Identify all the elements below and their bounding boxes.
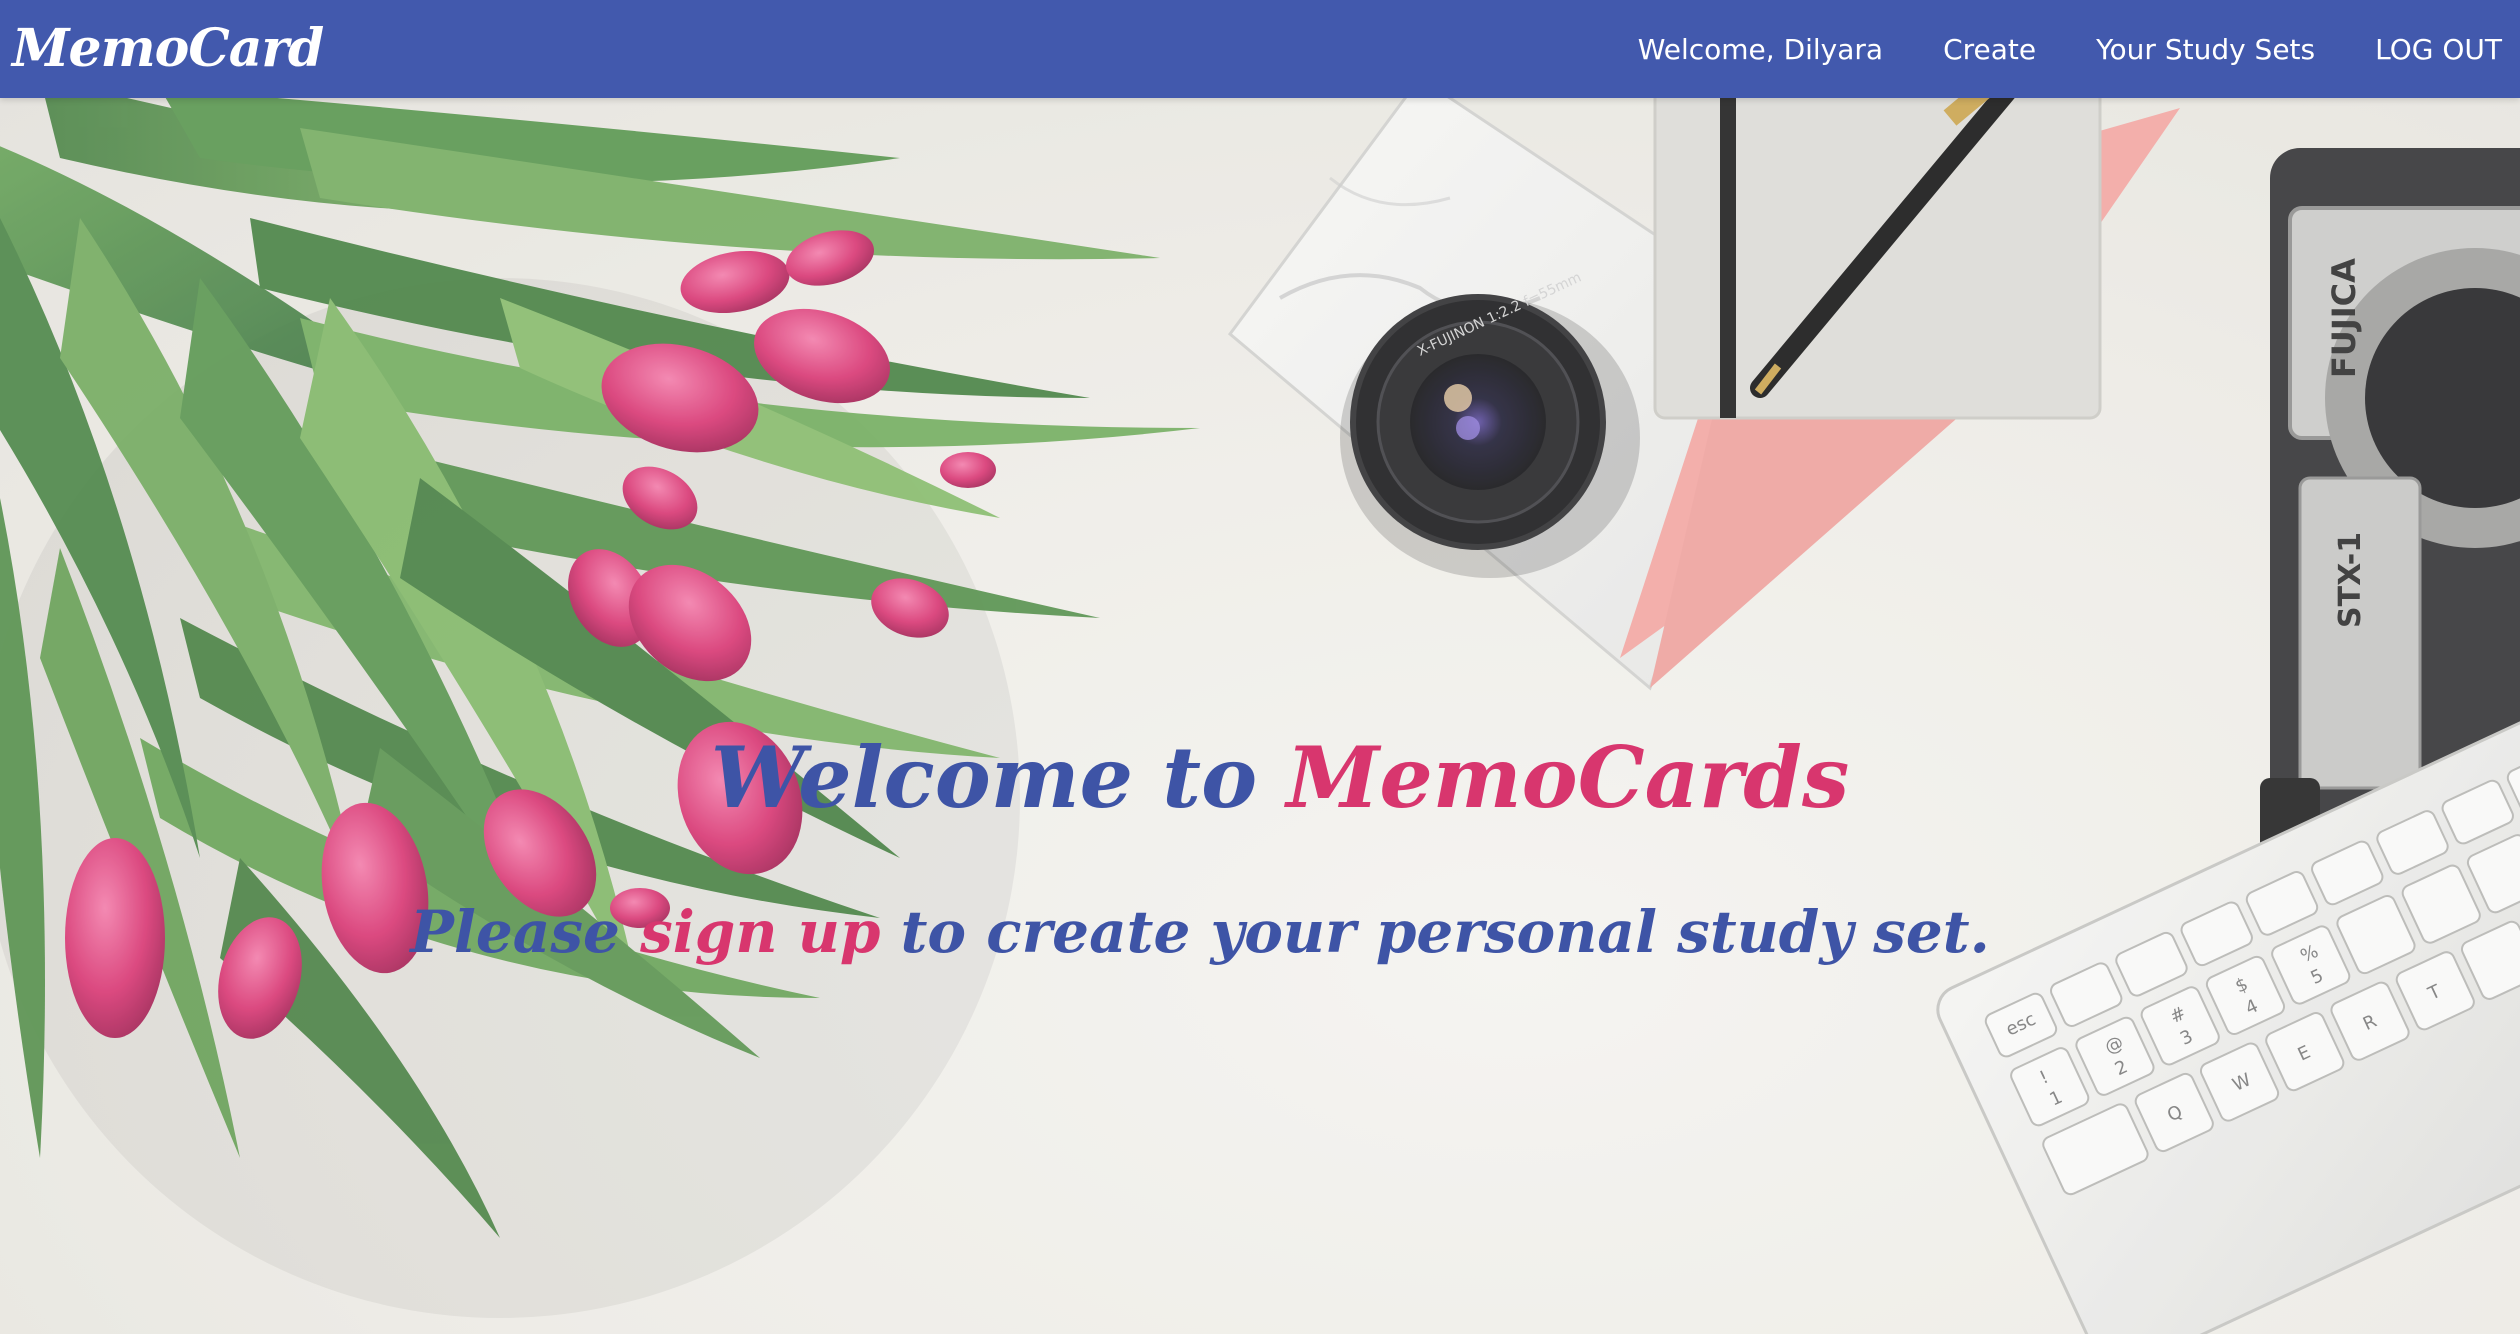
- hero-title-brand: MemoCards: [1286, 728, 1850, 827]
- hero-sub-suffix: to create your personal study set.: [880, 898, 1990, 966]
- hero-section: X-FUJINON 1:2.2 f=55mm FUJICA STX-1 esc …: [0, 98, 2520, 1334]
- hero-background-photo: X-FUJINON 1:2.2 f=55mm FUJICA STX-1 esc …: [0, 98, 2520, 1334]
- nav-welcome-user[interactable]: Welcome, Dilyara: [1638, 33, 1883, 66]
- nav-create[interactable]: Create: [1943, 33, 2036, 66]
- top-navbar: MemoCard Welcome, Dilyara Create Your St…: [0, 0, 2520, 98]
- nav-logout[interactable]: LOG OUT: [2375, 33, 2502, 66]
- hero-subtitle: Please sign up to create your personal s…: [0, 898, 2520, 966]
- nav-links: Welcome, Dilyara Create Your Study Sets …: [1638, 0, 2502, 98]
- brand-logo[interactable]: MemoCard: [12, 18, 324, 79]
- sign-up-link[interactable]: sign up: [640, 898, 880, 966]
- hero-title: Welcome to MemoCards: [0, 728, 2520, 827]
- hero-sub-prefix: Please: [410, 898, 641, 966]
- nav-study-sets[interactable]: Your Study Sets: [2096, 33, 2315, 66]
- hero-title-prefix: Welcome to: [710, 728, 1287, 827]
